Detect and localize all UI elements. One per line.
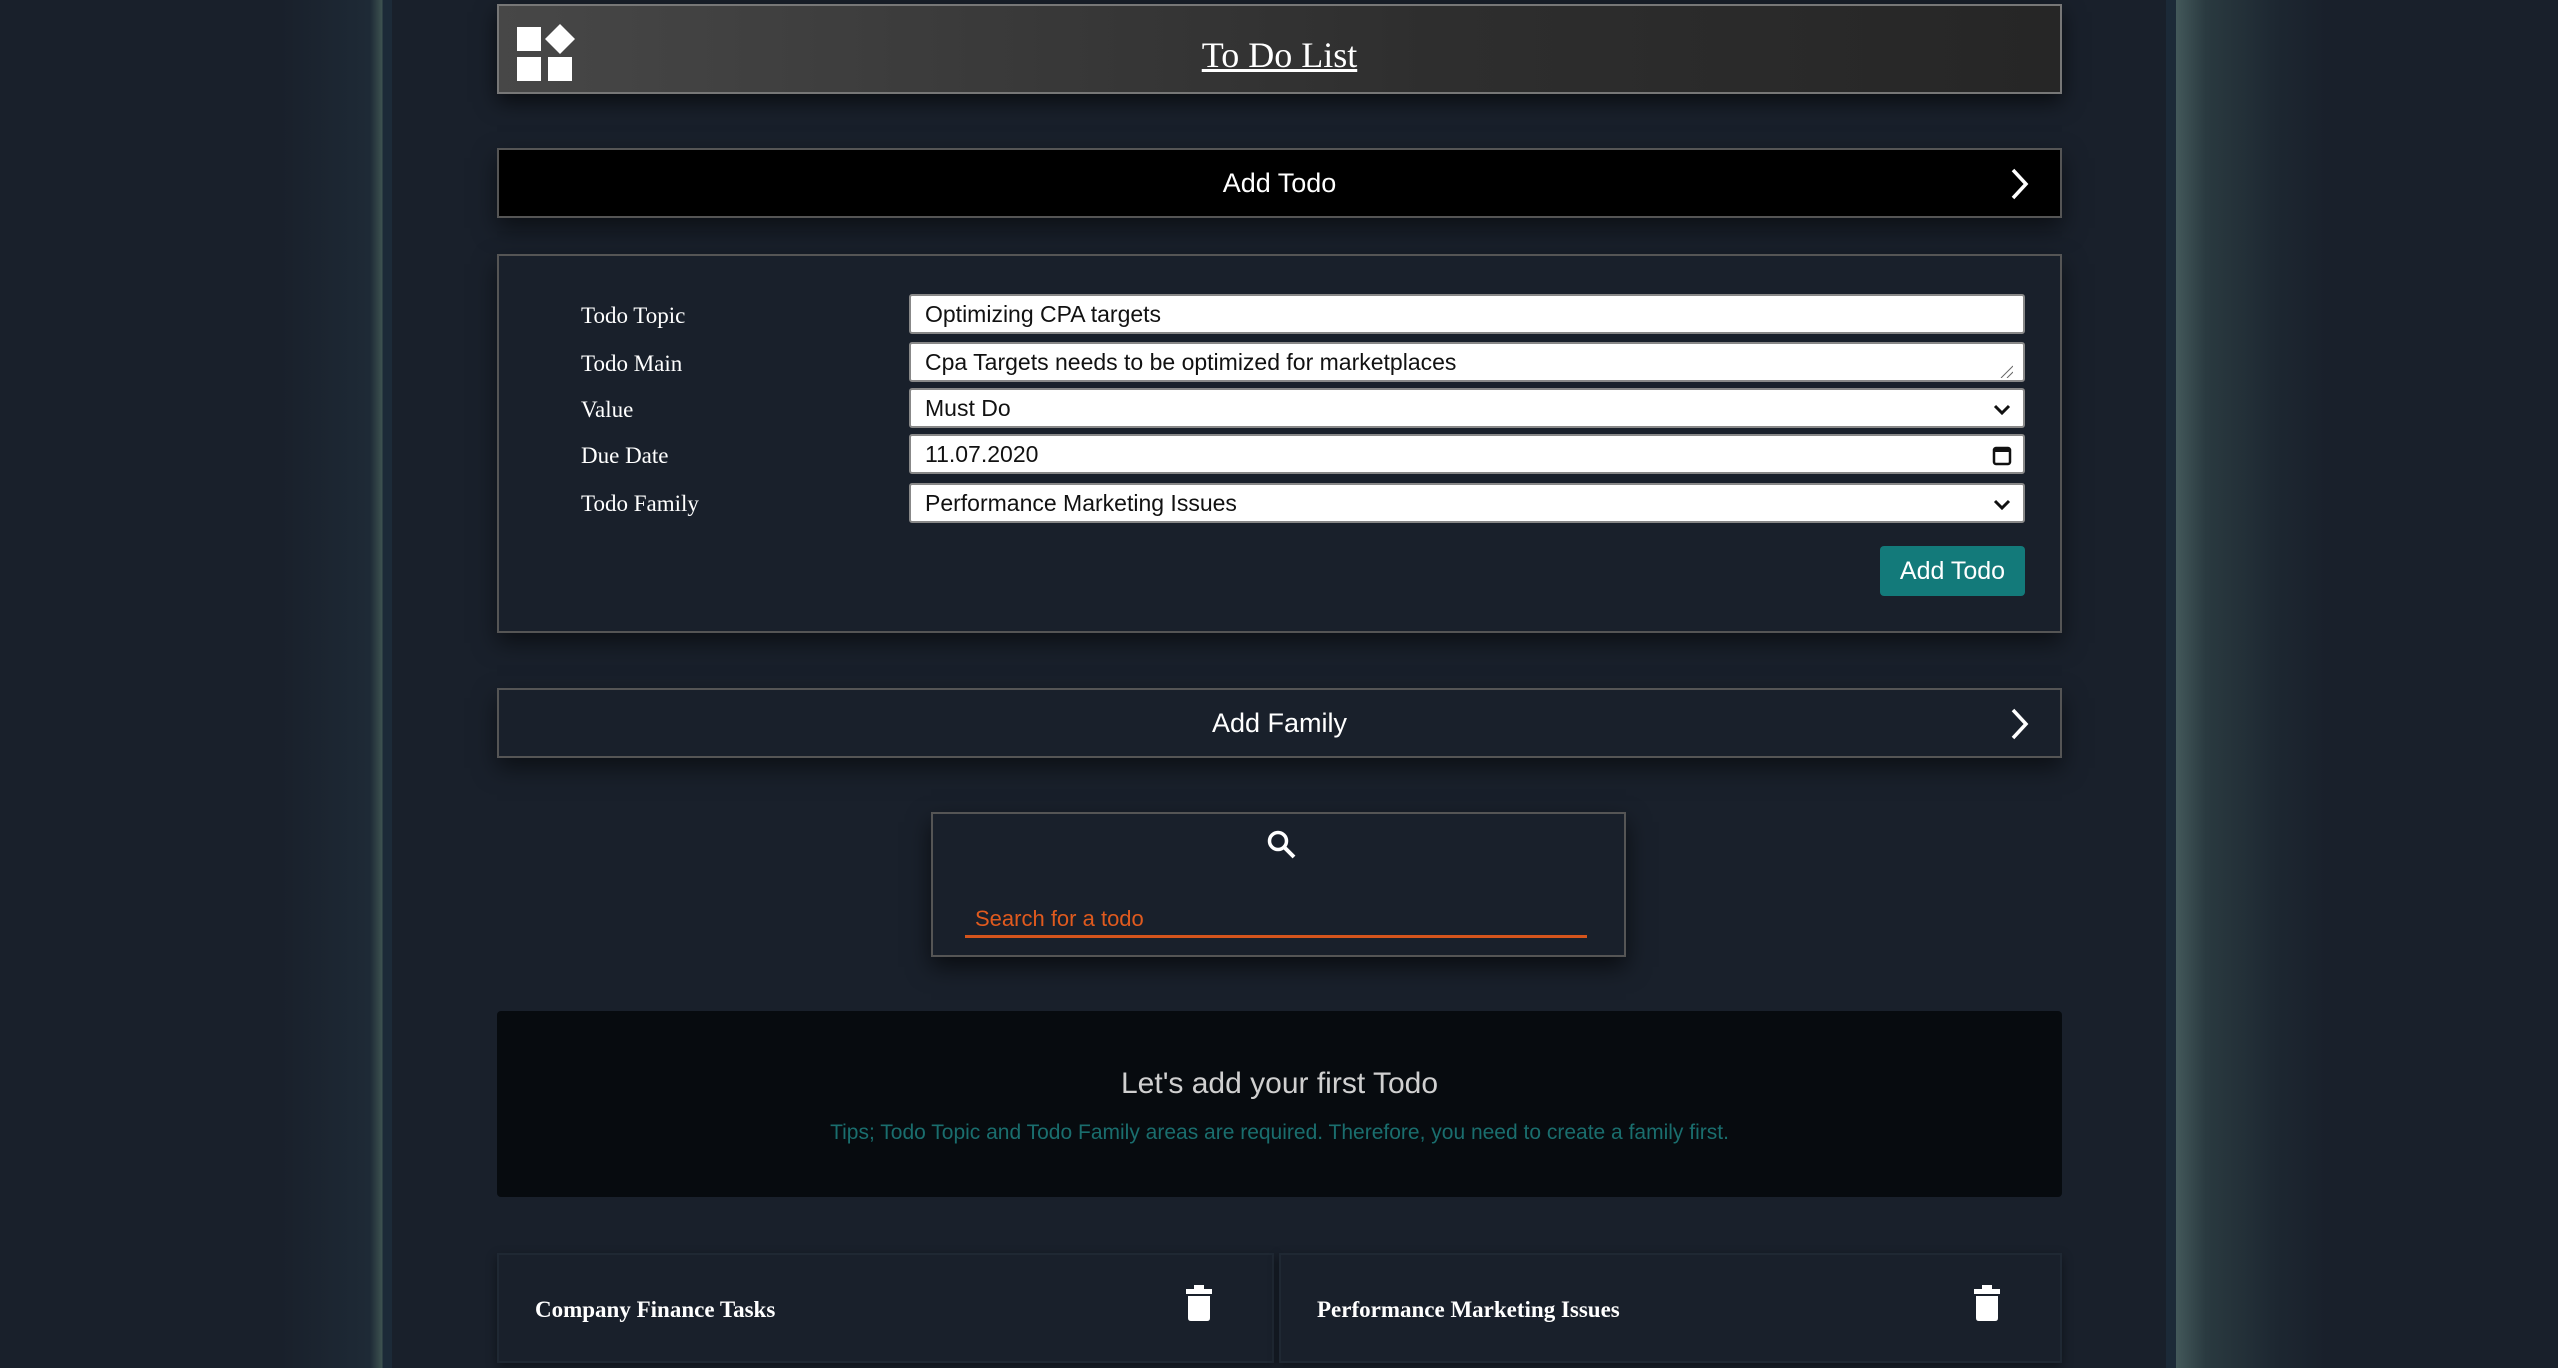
calendar-icon[interactable] [1991,444,2013,466]
empty-state-title: Let's add your first Todo [1120,1067,1439,1100]
family-name: Company Finance Tasks [535,1297,776,1322]
resize-handle-icon[interactable] [1999,364,2013,378]
family-card: Performance Marketing Issues [1279,1253,2062,1363]
page-title: To Do List [1201,35,1358,75]
family-name: Performance Marketing Issues [1317,1297,1620,1322]
add-todo-toggle[interactable]: Add Todo [497,148,2062,218]
left-background [0,0,392,1368]
search-input[interactable]: Search for a todo [965,902,1587,938]
search-panel: Search for a todo [931,812,1626,957]
todo-main-value: Cpa Targets needs to be optimized for ma… [925,348,1457,375]
value-select[interactable]: Must Do [909,388,2025,428]
search-icon [1267,830,1296,859]
value-label: Value [581,397,634,422]
chevron-right-icon [2011,708,2029,740]
trash-icon[interactable] [1186,1285,1212,1321]
add-todo-toggle-label: Add Todo [1222,167,1337,198]
add-todo-form: Todo Topic Optimizing CPA targets Todo M… [497,254,2062,633]
empty-state-tip: Tips; Todo Topic and Todo Family areas a… [830,1121,1729,1144]
add-family-toggle-label: Add Family [1211,707,1348,738]
chevron-down-icon [1993,404,2011,416]
todo-main-textarea[interactable]: Cpa Targets needs to be optimized for ma… [909,342,2025,382]
due-date-label: Due Date [581,443,669,468]
todo-topic-input[interactable]: Optimizing CPA targets [909,294,2025,334]
todo-family-label: Todo Family [581,491,699,516]
family-card: Company Finance Tasks [497,1253,1274,1363]
trash-icon[interactable] [1974,1285,2000,1321]
chevron-down-icon [1993,499,2011,511]
todo-family-selected: Performance Marketing Issues [925,489,1237,516]
empty-state: Let's add your first Todo Tips; Todo Top… [497,1011,2062,1197]
due-date-input[interactable]: 11.07.2020 [909,434,2025,474]
todo-main-label: Todo Main [581,351,683,376]
value-selected: Must Do [925,394,1011,421]
search-placeholder: Search for a todo [975,905,1144,931]
todo-topic-label: Todo Topic [581,303,686,328]
due-date-value: 11.07.2020 [925,440,1039,467]
right-background [2166,0,2558,1368]
todo-topic-value: Optimizing CPA targets [925,300,1162,327]
add-family-toggle[interactable]: Add Family [497,688,2062,758]
todo-family-select[interactable]: Performance Marketing Issues [909,483,2025,523]
app-header: To Do List [497,4,2062,94]
add-todo-button[interactable]: Add Todo [1880,546,2025,596]
chevron-right-icon [2011,168,2029,200]
